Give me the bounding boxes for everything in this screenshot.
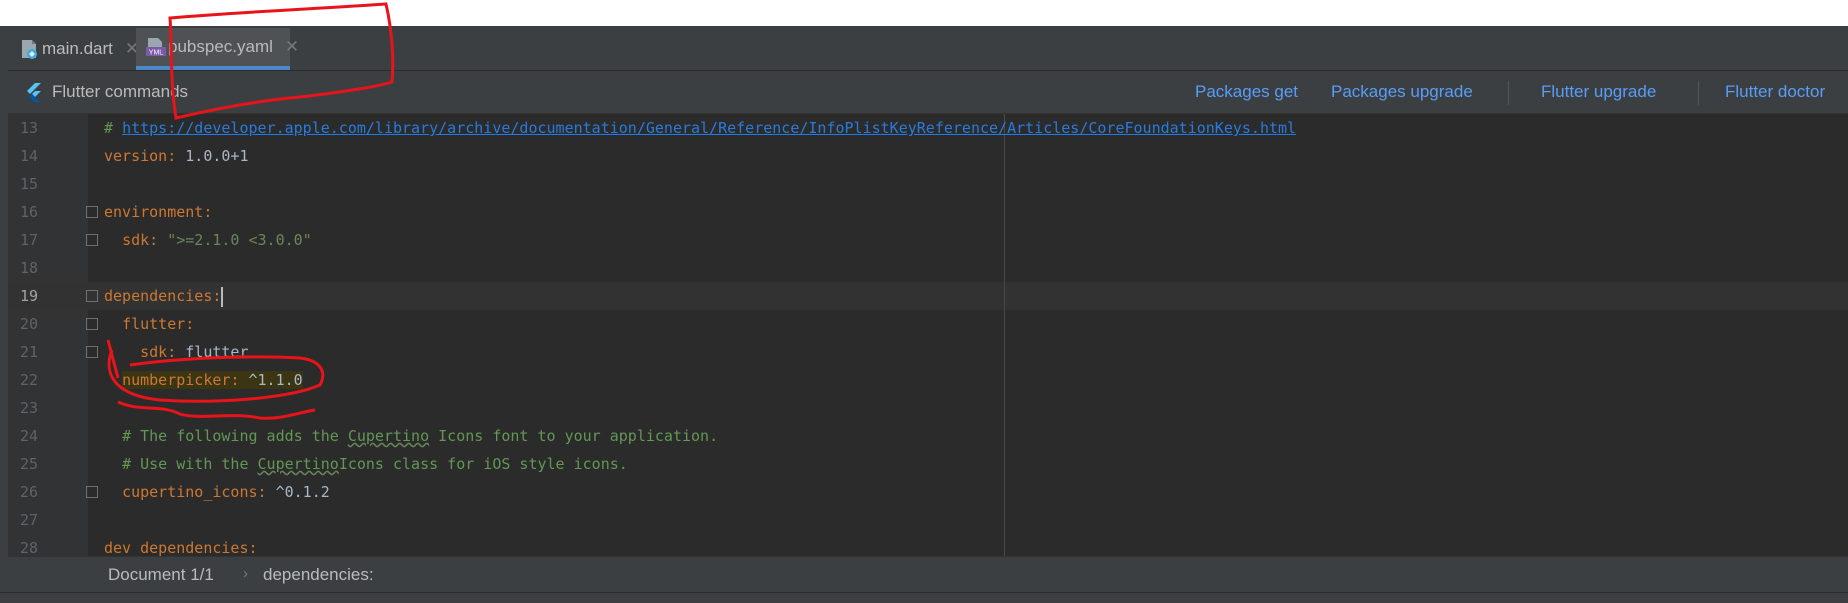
doc-url-link[interactable]: https://developer.apple.com/library/arch… xyxy=(122,119,1296,137)
line-number: 19 xyxy=(19,287,38,305)
line-number: 17 xyxy=(19,231,38,249)
line-number: 16 xyxy=(19,203,38,221)
line-number: 23 xyxy=(19,399,38,417)
flutter-upgrade-link[interactable]: Flutter upgrade xyxy=(1541,71,1656,113)
bottom-strip xyxy=(0,592,1848,603)
code-line: 15 xyxy=(8,170,1848,198)
tab-main-dart[interactable]: main.dart ✕ xyxy=(20,28,139,70)
line-number: 13 xyxy=(19,119,38,137)
breadcrumb-bar: Document 1/1 › dependencies: xyxy=(8,556,1848,593)
text-caret xyxy=(221,286,224,307)
flutter-commands-bar: Flutter commands Packages get Packages u… xyxy=(8,71,1848,114)
comment-text: # The following adds the xyxy=(122,427,348,445)
comment-text: Icons font to your application. xyxy=(429,427,719,445)
comment-hash: # xyxy=(104,119,123,137)
code-line: 14 version: 1.0.0+1 xyxy=(8,142,1848,170)
yaml-key: numberpicker xyxy=(122,371,231,389)
code-line: 24 # The following adds the Cupertino Ic… xyxy=(8,422,1848,450)
yaml-key: environment xyxy=(104,203,204,221)
yaml-value: flutter xyxy=(185,343,249,361)
tab-label: main.dart xyxy=(42,39,113,58)
comment-text: Icons class for iOS style icons. xyxy=(338,455,628,473)
code-line: 27 xyxy=(8,506,1848,534)
line-number: 21 xyxy=(19,343,38,361)
code-editor[interactable]: 13 # https://developer.apple.com/library… xyxy=(8,114,1848,556)
yaml-value: ^1.1.0 xyxy=(248,371,303,389)
flutter-doctor-link[interactable]: Flutter doctor xyxy=(1725,71,1825,113)
code-line: 23 xyxy=(8,394,1848,422)
window-top-strip xyxy=(0,0,1848,26)
code-line: 18 xyxy=(8,254,1848,282)
breadcrumb-separator: › xyxy=(243,565,248,582)
tab-pubspec-yaml[interactable]: YML pubspec.yaml ✕ xyxy=(136,28,299,70)
tab-label: pubspec.yaml xyxy=(168,37,273,56)
line-number: 28 xyxy=(19,539,38,556)
code-line: 21 sdk: flutter xyxy=(8,338,1848,366)
line-number: 22 xyxy=(19,371,38,389)
code-line: 16 environment: xyxy=(8,198,1848,226)
line-number: 25 xyxy=(19,455,38,473)
flutter-icon xyxy=(24,82,42,103)
code-line: 26 cupertino_icons: ^0.1.2 xyxy=(8,478,1848,506)
yaml-value: 1.0.0+1 xyxy=(185,147,249,165)
line-number: 27 xyxy=(19,511,38,529)
code-line-current: 19 dependencies: xyxy=(8,282,1848,310)
line-number: 26 xyxy=(19,483,38,501)
yaml-key: dev_dependencies xyxy=(104,539,249,556)
code-line: 22 numberpicker: ^1.1.0 xyxy=(8,366,1848,394)
yaml-string-value: ">=2.1.0 <3.0.0" xyxy=(167,231,312,249)
yaml-file-icon: YML xyxy=(146,37,166,57)
command-separator xyxy=(1698,81,1699,105)
yaml-key: flutter xyxy=(122,315,186,333)
yaml-key: version xyxy=(104,147,168,165)
flutter-commands-title: Flutter commands xyxy=(24,71,188,113)
code-line: 20 flutter: xyxy=(8,310,1848,338)
line-number: 20 xyxy=(19,315,38,333)
left-tool-strip xyxy=(0,28,8,602)
yaml-value: ^0.1.2 xyxy=(275,483,330,501)
code-line: 17 sdk: ">=2.1.0 <3.0.0" xyxy=(8,226,1848,254)
dart-file-icon xyxy=(20,39,38,59)
fold-end-marker-icon[interactable] xyxy=(86,486,98,498)
fold-marker-icon[interactable] xyxy=(86,206,98,218)
command-separator xyxy=(1508,81,1509,105)
code-line: 25 # Use with the CupertinoIcons class f… xyxy=(8,450,1848,478)
close-icon[interactable]: ✕ xyxy=(285,37,299,57)
yaml-key: sdk xyxy=(122,231,150,249)
breadcrumb-path[interactable]: dependencies: xyxy=(263,557,374,593)
spellcheck-word: Cupertino xyxy=(347,427,430,445)
yaml-key: dependencies xyxy=(104,287,213,305)
yaml-key: cupertino_icons xyxy=(122,483,258,501)
line-number: 24 xyxy=(19,427,38,445)
line-number: 18 xyxy=(19,259,38,277)
line-number: 15 xyxy=(19,175,38,193)
editor-tab-bar: main.dart ✕ YML pubspec.yaml ✕ xyxy=(0,28,1848,71)
commands-title-label: Flutter commands xyxy=(52,82,189,101)
packages-get-link[interactable]: Packages get xyxy=(1195,71,1298,113)
packages-upgrade-link[interactable]: Packages upgrade xyxy=(1331,71,1473,113)
comment-text: # Use with the xyxy=(122,455,258,473)
breadcrumb-document[interactable]: Document 1/1 xyxy=(108,557,214,593)
code-line: 28 dev_dependencies: xyxy=(8,534,1848,556)
fold-end-marker-icon[interactable] xyxy=(86,346,98,358)
line-number: 14 xyxy=(19,147,38,165)
spellcheck-word: Cupertino xyxy=(257,455,339,473)
yaml-icon-text: YML xyxy=(149,50,164,57)
yaml-key: sdk xyxy=(140,343,168,361)
fold-marker-icon[interactable] xyxy=(86,290,98,302)
code-line: 13 # https://developer.apple.com/library… xyxy=(8,114,1848,142)
fold-end-marker-icon[interactable] xyxy=(86,234,98,246)
fold-marker-icon[interactable] xyxy=(86,318,98,330)
